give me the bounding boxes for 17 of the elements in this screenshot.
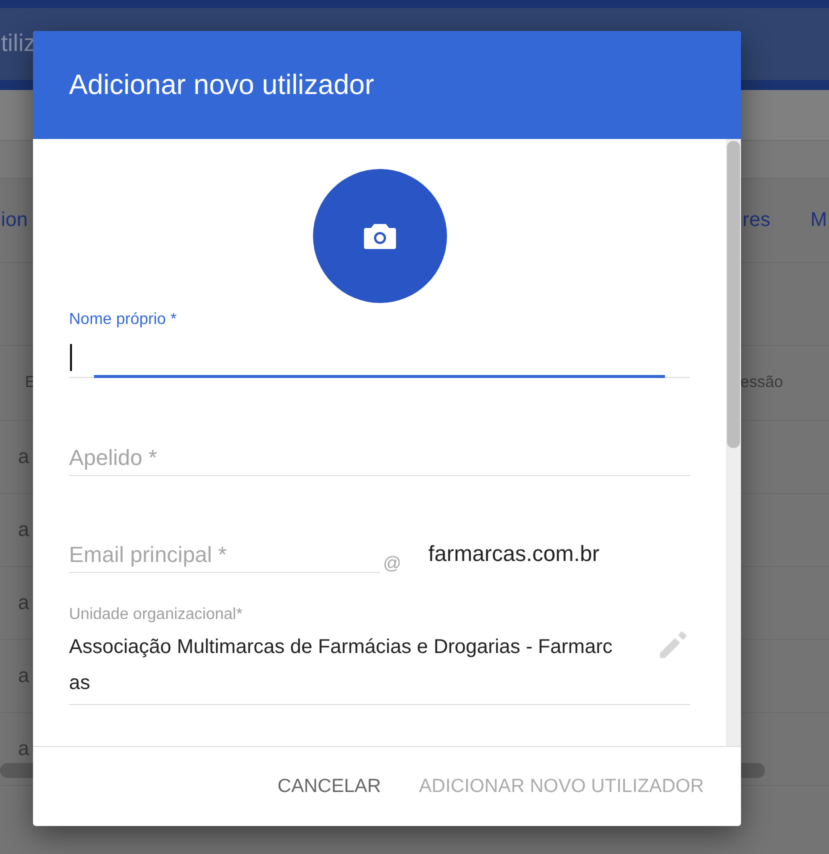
tab[interactable]: ion — [1, 209, 28, 232]
header-title: tiliz — [1, 30, 36, 58]
tab[interactable]: M — [810, 209, 827, 232]
email-field[interactable]: Email principal * — [69, 537, 380, 573]
scrollbar[interactable] — [726, 139, 741, 746]
input-field[interactable]: Apelido * — [69, 440, 690, 476]
tab[interactable]: res — [742, 209, 770, 232]
column-header: essão — [740, 374, 783, 392]
field-label: Nome próprio * — [69, 310, 178, 330]
dialog-title: Adicionar novo utilizador — [69, 69, 374, 101]
camera-icon — [362, 222, 396, 250]
cancel-button[interactable]: CANCELAR — [270, 768, 388, 806]
at-sign: @ — [383, 553, 402, 574]
text-cursor — [70, 344, 72, 371]
email-domain: farmarcas.com.br — [428, 541, 600, 567]
field-label: Unidade organizacional* — [69, 606, 244, 624]
field-value: Associação Multimarcas de Farmácias e Drogarias - Farmarcas — [69, 635, 614, 696]
